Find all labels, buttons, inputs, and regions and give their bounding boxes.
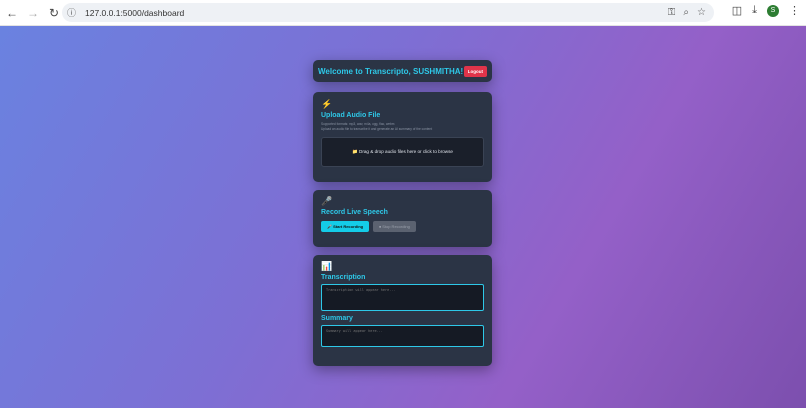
record-title: Record Live Speech <box>321 209 388 216</box>
summary-textarea[interactable] <box>321 325 484 347</box>
extensions-icon[interactable]: ◫ <box>732 4 742 17</box>
site-info-icon[interactable]: ⓘ <box>67 6 81 19</box>
dashboard-page: Welcome to Transcripto, SUSHMITHA! Logou… <box>0 26 806 408</box>
transcription-title: Transcription <box>321 274 366 281</box>
transcription-textarea[interactable] <box>321 284 484 311</box>
url-text: 127.0.0.1:5000/dashboard <box>85 7 185 18</box>
lightning-icon: ⚡ <box>321 99 333 109</box>
transcription-card: 📊 Transcription Summary <box>313 255 492 366</box>
welcome-title: Welcome to Transcripto, SUSHMITHA! <box>318 66 464 76</box>
stop-recording-button[interactable]: ⏹ Stop Recording <box>373 221 416 232</box>
logout-button[interactable]: Logout <box>463 65 487 77</box>
address-bar[interactable]: ⓘ 127.0.0.1:5000/dashboard ⚿ ⌕ ☆ <box>62 3 714 22</box>
upload-title: Upload Audio File <box>321 112 381 119</box>
upload-hint: Supported formats: mp3, wav, m4a, ogg, f… <box>321 122 484 131</box>
microphone-icon: 🎤 <box>321 196 333 206</box>
menu-kebab-icon[interactable]: ⋮ <box>789 4 800 17</box>
browser-toolbar: ← → ↻ ⓘ 127.0.0.1:5000/dashboard ⚿ ⌕ ☆ ◫… <box>0 0 806 26</box>
password-key-icon[interactable]: ⚿ <box>668 7 676 18</box>
upload-hint-line: Upload an audio file to transcribe it an… <box>321 126 433 131</box>
forward-arrow-icon[interactable]: → <box>24 4 42 22</box>
record-card: 🎤 Record Live Speech 🎤 Start Recording ⏹… <box>313 190 492 247</box>
download-icon[interactable]: ⤓ <box>752 4 757 17</box>
back-arrow-icon[interactable]: ← <box>3 4 21 22</box>
zoom-icon[interactable]: ⌕ <box>683 7 689 18</box>
start-recording-button[interactable]: 🎤 Start Recording <box>321 221 370 232</box>
upload-card: ⚡ Upload Audio File Supported formats: m… <box>313 92 492 182</box>
welcome-header: Welcome to Transcripto, SUSHMITHA! Logou… <box>313 60 492 82</box>
summary-title: Summary <box>321 315 353 322</box>
bookmark-star-icon[interactable]: ☆ <box>697 7 706 18</box>
reload-icon[interactable]: ↻ <box>45 4 63 22</box>
dropzone[interactable]: 📁 Drag & drop audio files here or click … <box>321 137 484 167</box>
profile-avatar[interactable]: S <box>767 4 779 17</box>
chart-icon: 📊 <box>321 261 333 271</box>
dropzone-label: 📁 Drag & drop audio files here or click … <box>352 149 453 154</box>
